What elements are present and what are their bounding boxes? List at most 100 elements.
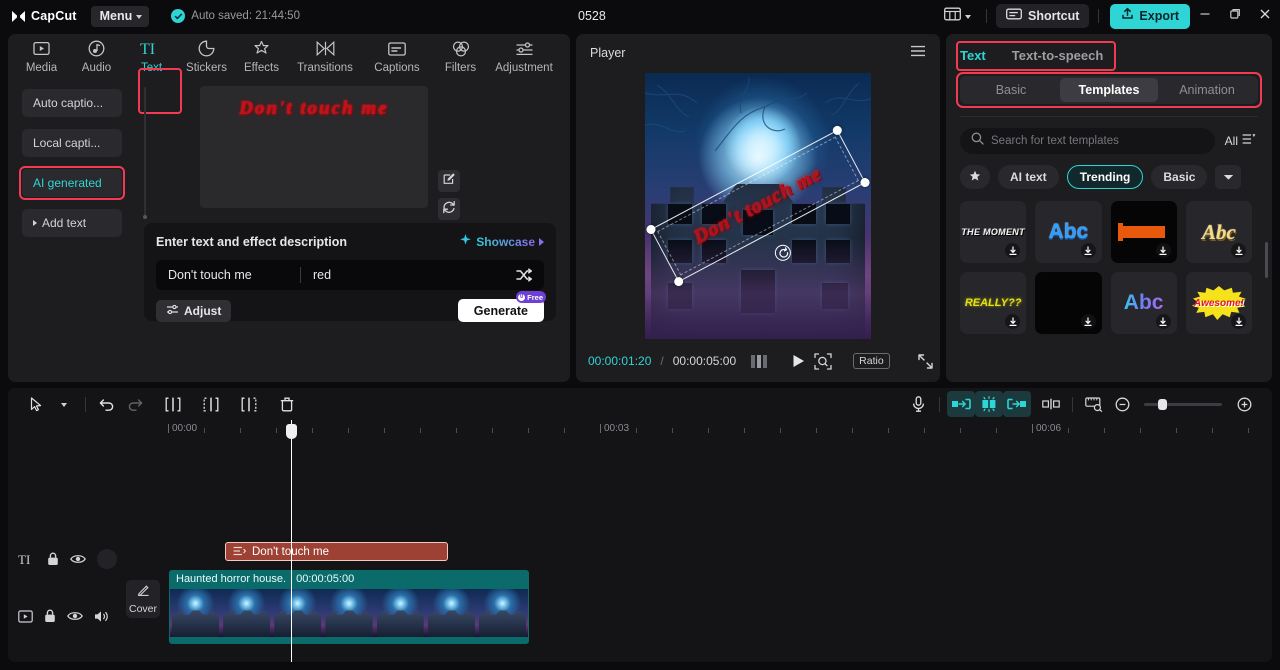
zoom-out-button[interactable]: [1108, 391, 1136, 417]
video-preview[interactable]: Don't touch me: [645, 73, 871, 339]
sidebar-item-ai-generated[interactable]: AI generated: [19, 166, 125, 200]
sidebar-item-local-captions[interactable]: Local capti...: [22, 129, 122, 157]
template-card[interactable]: Abc: [1110, 272, 1177, 334]
player-menu-icon[interactable]: [910, 44, 926, 62]
video-thumbnail: [272, 589, 324, 637]
segment-templates[interactable]: Templates: [1060, 78, 1158, 102]
mute-icon[interactable]: [94, 610, 109, 623]
split-clip-button[interactable]: [1037, 391, 1065, 417]
record-voiceover-button[interactable]: [904, 391, 932, 417]
chip-ai-text[interactable]: AI text: [998, 165, 1059, 189]
template-card[interactable]: [1110, 201, 1177, 263]
preview-scrollbar[interactable]: [143, 87, 147, 219]
fullscreen-icon[interactable]: [917, 353, 933, 369]
zoom-fit-icon[interactable]: [814, 352, 832, 370]
tab-captions[interactable]: Captions: [361, 34, 433, 74]
shortcut-button[interactable]: Shortcut: [996, 4, 1090, 28]
shuffle-icon[interactable]: [516, 268, 532, 282]
edit-preview-button[interactable]: [438, 170, 460, 192]
chip-expand-button[interactable]: [1215, 165, 1242, 189]
playhead[interactable]: [286, 420, 297, 662]
text-clip[interactable]: Don't touch me: [225, 542, 448, 561]
template-card[interactable]: REALLY??: [960, 272, 1027, 334]
segment-animation[interactable]: Animation: [1158, 78, 1256, 102]
tab-text-panel[interactable]: Text: [960, 48, 986, 63]
visibility-icon[interactable]: [70, 553, 86, 565]
layout-button[interactable]: [938, 7, 977, 26]
select-tool-button[interactable]: [22, 391, 50, 417]
search-input[interactable]: Search for text templates: [960, 128, 1215, 154]
undo-button[interactable]: [93, 391, 121, 417]
visibility-icon[interactable]: [67, 610, 83, 622]
redo-button[interactable]: [121, 391, 149, 417]
free-badge: 0 Free: [516, 291, 546, 303]
export-button[interactable]: Export: [1110, 3, 1190, 29]
cover-button[interactable]: Cover: [126, 580, 160, 618]
effect-description-input[interactable]: red: [313, 268, 516, 282]
menu-button[interactable]: Menu: [90, 5, 150, 27]
tab-adjustment[interactable]: Adjustment: [488, 34, 560, 74]
text-content-input[interactable]: Don't touch me: [168, 268, 300, 282]
delete-button[interactable]: [273, 391, 301, 417]
template-card[interactable]: Abc: [1185, 201, 1252, 263]
select-tool-dropdown[interactable]: [50, 391, 78, 417]
tab-label: Filters: [444, 62, 477, 74]
trim-left-button[interactable]: [197, 391, 225, 417]
ratio-button[interactable]: Ratio: [853, 353, 890, 369]
move-out-button[interactable]: [1003, 391, 1031, 417]
sidebar-item-add-text[interactable]: Add text: [22, 209, 122, 237]
move-in-button[interactable]: [947, 391, 975, 417]
download-icon[interactable]: [1080, 314, 1096, 329]
auto-fit-button[interactable]: [975, 391, 1003, 417]
segment-basic[interactable]: Basic: [962, 78, 1060, 102]
tab-transitions[interactable]: Transitions: [289, 34, 361, 74]
filter-all-button[interactable]: All: [1223, 132, 1258, 150]
playhead-knob[interactable]: [286, 424, 297, 439]
maximize-button[interactable]: [1220, 0, 1250, 32]
divider: [85, 396, 86, 412]
template-card[interactable]: Abc: [1035, 201, 1102, 263]
download-icon[interactable]: [1155, 243, 1171, 258]
download-icon[interactable]: [1080, 243, 1096, 258]
frame-view-icon[interactable]: [751, 354, 769, 368]
download-icon[interactable]: [1231, 314, 1246, 329]
text-style-preview[interactable]: Don't touch me: [200, 86, 428, 208]
template-card[interactable]: [1035, 272, 1102, 334]
play-button[interactable]: [792, 354, 805, 368]
free-badge-label: Free: [527, 292, 543, 302]
tab-text[interactable]: TI Text: [124, 34, 179, 74]
chip-trending[interactable]: Trending: [1066, 165, 1144, 189]
download-icon[interactable]: [1231, 243, 1246, 258]
close-button[interactable]: [1250, 0, 1280, 32]
tab-media[interactable]: Media: [14, 34, 69, 74]
split-button[interactable]: [159, 391, 187, 417]
lock-icon[interactable]: [44, 609, 56, 623]
sidebar-item-auto-captions[interactable]: Auto captio...: [22, 89, 122, 117]
zoom-slider[interactable]: [1144, 398, 1222, 410]
adjust-button[interactable]: Adjust: [156, 299, 232, 322]
template-card[interactable]: THE MOMENT: [960, 201, 1027, 263]
download-icon[interactable]: [1155, 314, 1171, 329]
timeline-zoom-fit-button[interactable]: [1080, 391, 1108, 417]
zoom-in-button[interactable]: [1230, 391, 1258, 417]
refresh-preview-button[interactable]: [438, 198, 460, 220]
trim-right-button[interactable]: [235, 391, 263, 417]
zoom-slider-knob[interactable]: [1158, 398, 1167, 410]
chip-basic[interactable]: Basic: [1151, 165, 1208, 189]
tab-audio[interactable]: Audio: [69, 34, 124, 74]
minimize-button[interactable]: [1190, 0, 1220, 32]
lock-icon[interactable]: [47, 552, 59, 566]
timeline-ruler[interactable]: 00:00 00:03 00:06 00:09 00:12: [168, 420, 1272, 444]
tab-filters[interactable]: Filters: [433, 34, 488, 74]
template-scrollbar[interactable]: [1265, 242, 1268, 278]
template-card[interactable]: Awesome!: [1185, 272, 1252, 334]
description-input-row[interactable]: Don't touch me red: [156, 260, 544, 290]
chip-favorites[interactable]: [960, 165, 990, 189]
download-icon[interactable]: [1005, 314, 1021, 329]
tab-text-to-speech[interactable]: Text-to-speech: [1012, 48, 1104, 63]
download-icon[interactable]: [1005, 243, 1021, 258]
tab-stickers[interactable]: Stickers: [179, 34, 234, 74]
tab-effects[interactable]: Effects: [234, 34, 289, 74]
video-clip[interactable]: Haunted horror house. 00:00:05:00: [169, 570, 529, 644]
showcase-link[interactable]: Showcase: [459, 233, 544, 251]
